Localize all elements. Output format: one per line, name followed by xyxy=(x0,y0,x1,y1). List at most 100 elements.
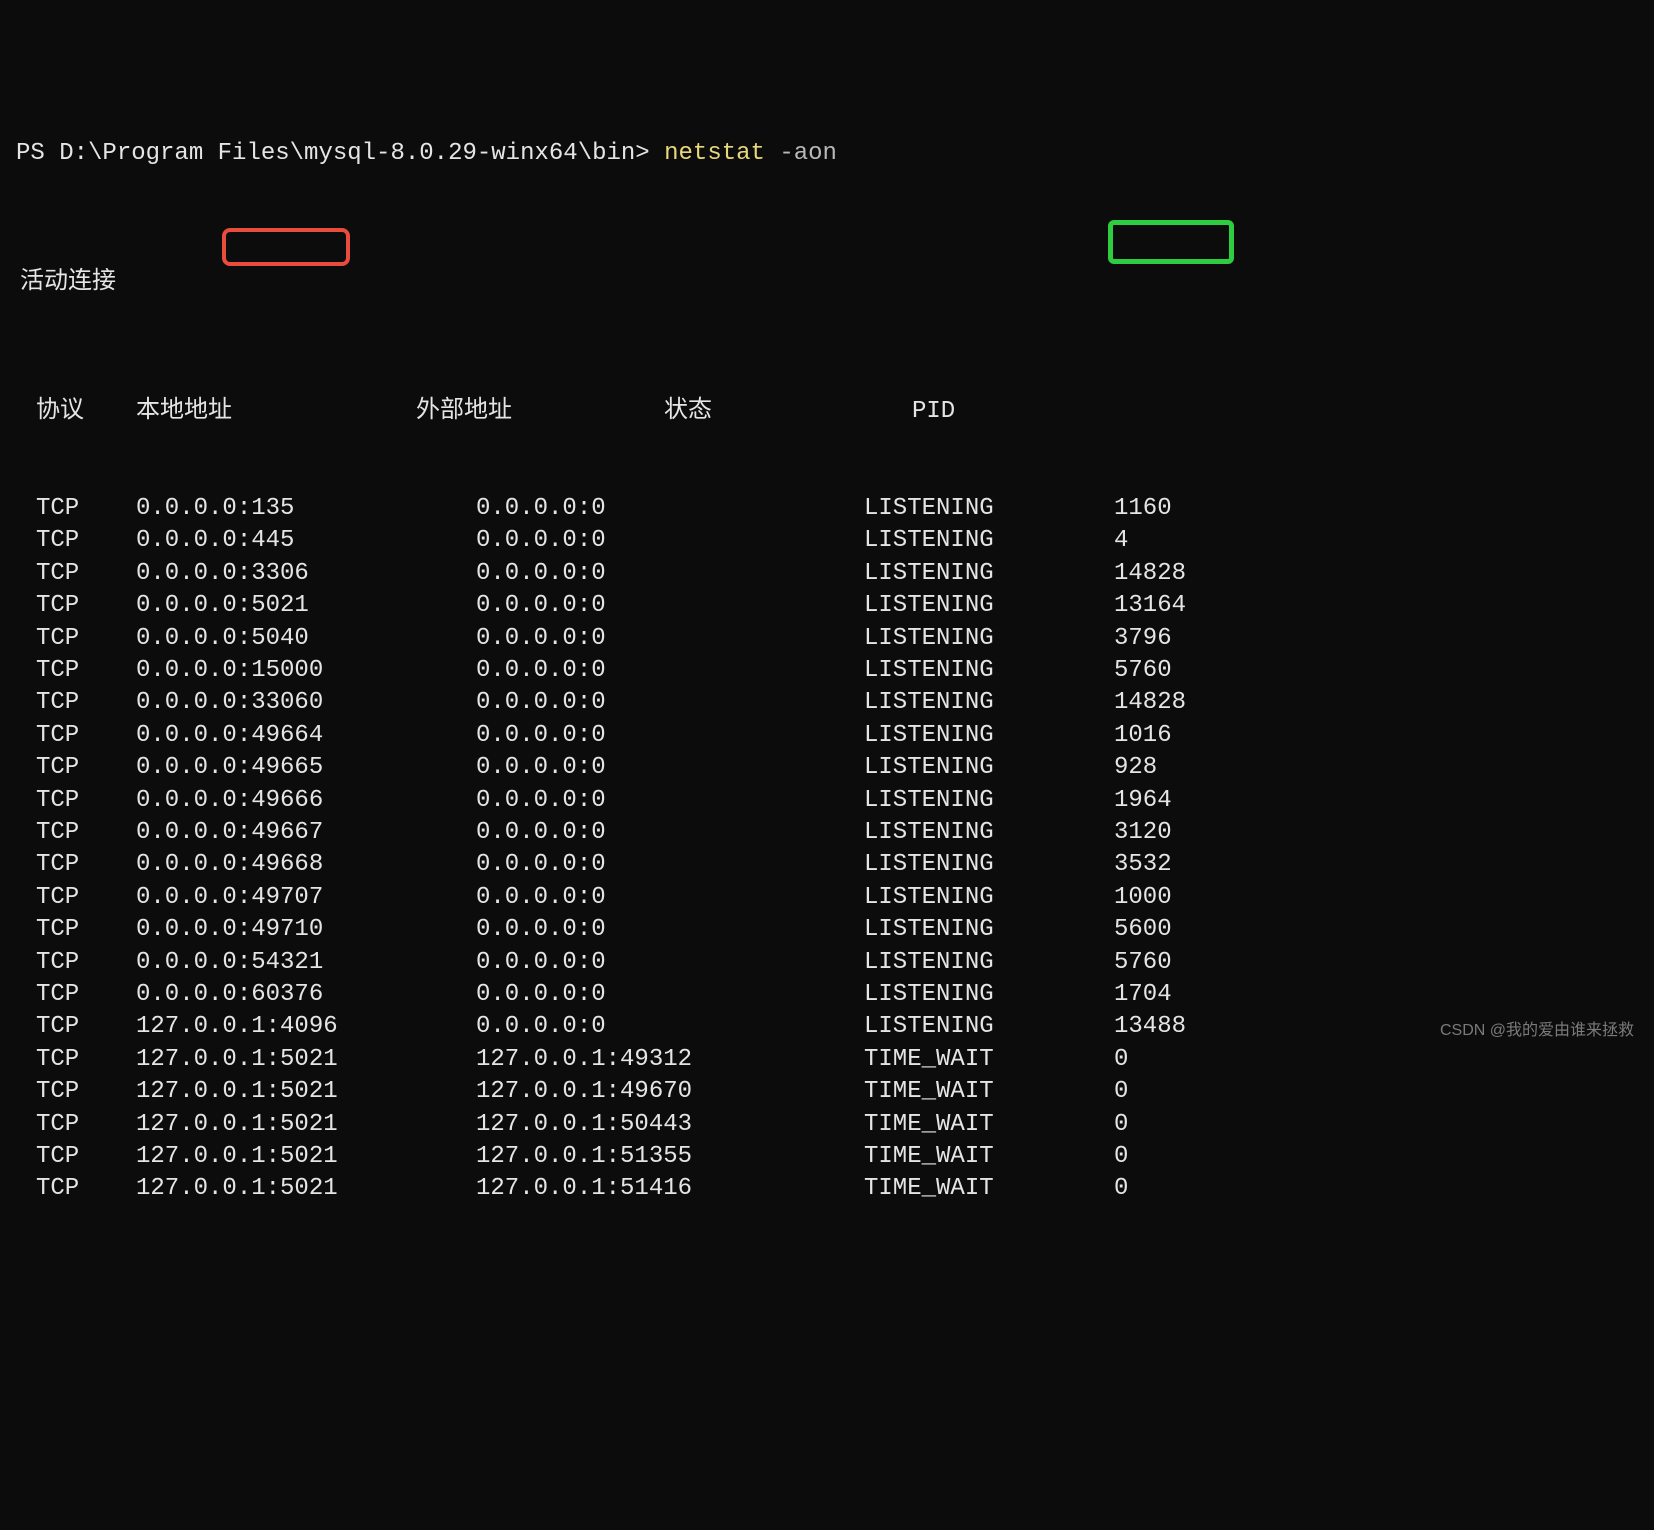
cell-pid: 0 xyxy=(1114,1109,1128,1141)
cell-proto: TCP xyxy=(36,493,136,525)
cell-state: LISTENING xyxy=(864,655,1114,687)
cell-local: 127.0.0.1:5021 xyxy=(136,1076,476,1108)
table-row: TCP0.0.0.0:4450.0.0.0:0LISTENING4 xyxy=(16,525,1638,557)
cell-pid: 928 xyxy=(1114,752,1157,784)
cell-foreign: 0.0.0.0:0 xyxy=(476,655,864,687)
cell-foreign: 0.0.0.0:0 xyxy=(476,590,864,622)
cell-state: LISTENING xyxy=(864,1011,1114,1043)
cell-state: LISTENING xyxy=(864,817,1114,849)
table-row: TCP0.0.0.0:496680.0.0.0:0LISTENING3532 xyxy=(16,849,1638,881)
cell-foreign: 0.0.0.0:0 xyxy=(476,882,864,914)
header-proto: 协议 xyxy=(36,396,136,428)
cell-state: LISTENING xyxy=(864,752,1114,784)
cell-local: 0.0.0.0:445 xyxy=(136,525,476,557)
cell-proto: TCP xyxy=(36,882,136,914)
table-row: TCP0.0.0.0:496640.0.0.0:0LISTENING1016 xyxy=(16,720,1638,752)
cell-proto: TCP xyxy=(36,655,136,687)
table-row: TCP127.0.0.1:5021127.0.0.1:51416TIME_WAI… xyxy=(16,1173,1638,1205)
cell-local: 127.0.0.1:5021 xyxy=(136,1141,476,1173)
cell-local: 0.0.0.0:5040 xyxy=(136,623,476,655)
table-headers: 协议本地地址外部地址状态PID xyxy=(16,396,1638,428)
cell-proto: TCP xyxy=(36,785,136,817)
cell-foreign: 0.0.0.0:0 xyxy=(476,525,864,557)
command-args: -aon xyxy=(765,140,837,167)
table-row: TCP0.0.0.0:50210.0.0.0:0LISTENING13164 xyxy=(16,590,1638,622)
cell-local: 0.0.0.0:5021 xyxy=(136,590,476,622)
cell-foreign: 127.0.0.1:50443 xyxy=(476,1109,864,1141)
cell-state: LISTENING xyxy=(864,785,1114,817)
table-row: TCP127.0.0.1:5021127.0.0.1:49312TIME_WAI… xyxy=(16,1044,1638,1076)
cell-state: LISTENING xyxy=(864,882,1114,914)
cell-foreign: 0.0.0.0:0 xyxy=(476,558,864,590)
cell-foreign: 0.0.0.0:0 xyxy=(476,623,864,655)
cell-proto: TCP xyxy=(36,817,136,849)
cell-proto: TCP xyxy=(36,1173,136,1205)
cell-local: 0.0.0.0:33060 xyxy=(136,687,476,719)
cell-pid: 13488 xyxy=(1114,1011,1186,1043)
highlight-port-3306 xyxy=(222,228,350,266)
cell-foreign: 0.0.0.0:0 xyxy=(476,720,864,752)
cell-local: 127.0.0.1:5021 xyxy=(136,1044,476,1076)
cell-proto: TCP xyxy=(36,1109,136,1141)
cell-local: 0.0.0.0:49666 xyxy=(136,785,476,817)
cell-pid: 5760 xyxy=(1114,655,1172,687)
cell-proto: TCP xyxy=(36,1044,136,1076)
cell-state: LISTENING xyxy=(864,947,1114,979)
table-row: TCP0.0.0.0:330600.0.0.0:0LISTENING14828 xyxy=(16,687,1638,719)
table-row: TCP0.0.0.0:603760.0.0.0:0LISTENING1704 xyxy=(16,979,1638,1011)
cell-local: 0.0.0.0:3306 xyxy=(136,558,476,590)
cell-proto: TCP xyxy=(36,558,136,590)
cell-local: 0.0.0.0:49707 xyxy=(136,882,476,914)
section-title: 活动连接 xyxy=(16,267,1638,299)
cell-foreign: 0.0.0.0:0 xyxy=(476,914,864,946)
cell-state: LISTENING xyxy=(864,590,1114,622)
cell-local: 0.0.0.0:15000 xyxy=(136,655,476,687)
cell-pid: 3796 xyxy=(1114,623,1172,655)
cell-pid: 4 xyxy=(1114,525,1128,557)
table-row: TCP0.0.0.0:496660.0.0.0:0LISTENING1964 xyxy=(16,785,1638,817)
cell-state: TIME_WAIT xyxy=(864,1109,1114,1141)
cell-proto: TCP xyxy=(36,1011,136,1043)
cell-foreign: 0.0.0.0:0 xyxy=(476,785,864,817)
cell-pid: 14828 xyxy=(1114,558,1186,590)
cell-pid: 1016 xyxy=(1114,720,1172,752)
prompt-line: PS D:\Program Files\mysql-8.0.29-winx64\… xyxy=(16,138,1638,170)
cell-state: LISTENING xyxy=(864,979,1114,1011)
cell-proto: TCP xyxy=(36,947,136,979)
cell-foreign: 127.0.0.1:51355 xyxy=(476,1141,864,1173)
cell-proto: TCP xyxy=(36,687,136,719)
cell-foreign: 0.0.0.0:0 xyxy=(476,947,864,979)
cell-proto: TCP xyxy=(36,720,136,752)
watermark: CSDN @我的爱由谁来拯救 xyxy=(1440,1020,1634,1042)
cell-state: TIME_WAIT xyxy=(864,1044,1114,1076)
cell-local: 0.0.0.0:60376 xyxy=(136,979,476,1011)
cell-local: 127.0.0.1:5021 xyxy=(136,1173,476,1205)
cell-pid: 14828 xyxy=(1114,687,1186,719)
table-row: TCP0.0.0.0:543210.0.0.0:0LISTENING5760 xyxy=(16,947,1638,979)
cell-state: LISTENING xyxy=(864,525,1114,557)
table-row: TCP0.0.0.0:497070.0.0.0:0LISTENING1000 xyxy=(16,882,1638,914)
cell-pid: 13164 xyxy=(1114,590,1186,622)
cell-state: LISTENING xyxy=(864,849,1114,881)
cell-pid: 0 xyxy=(1114,1076,1128,1108)
cell-state: LISTENING xyxy=(864,558,1114,590)
cell-foreign: 0.0.0.0:0 xyxy=(476,979,864,1011)
cell-pid: 3120 xyxy=(1114,817,1172,849)
cell-foreign: 0.0.0.0:0 xyxy=(476,493,864,525)
cell-local: 127.0.0.1:4096 xyxy=(136,1011,476,1043)
cell-local: 0.0.0.0:49665 xyxy=(136,752,476,784)
prompt-path: PS D:\Program Files\mysql-8.0.29-winx64\… xyxy=(16,140,664,167)
table-row: TCP127.0.0.1:5021127.0.0.1:50443TIME_WAI… xyxy=(16,1109,1638,1141)
cell-proto: TCP xyxy=(36,525,136,557)
cell-local: 127.0.0.1:5021 xyxy=(136,1109,476,1141)
table-row: TCP127.0.0.1:5021127.0.0.1:51355TIME_WAI… xyxy=(16,1141,1638,1173)
cell-pid: 1704 xyxy=(1114,979,1172,1011)
header-state: 状态 xyxy=(664,396,912,428)
cell-local: 0.0.0.0:49710 xyxy=(136,914,476,946)
cell-foreign: 0.0.0.0:0 xyxy=(476,817,864,849)
command-name: netstat xyxy=(664,140,765,167)
cell-pid: 5600 xyxy=(1114,914,1172,946)
cell-local: 0.0.0.0:135 xyxy=(136,493,476,525)
cell-pid: 0 xyxy=(1114,1141,1128,1173)
cell-pid: 3532 xyxy=(1114,849,1172,881)
